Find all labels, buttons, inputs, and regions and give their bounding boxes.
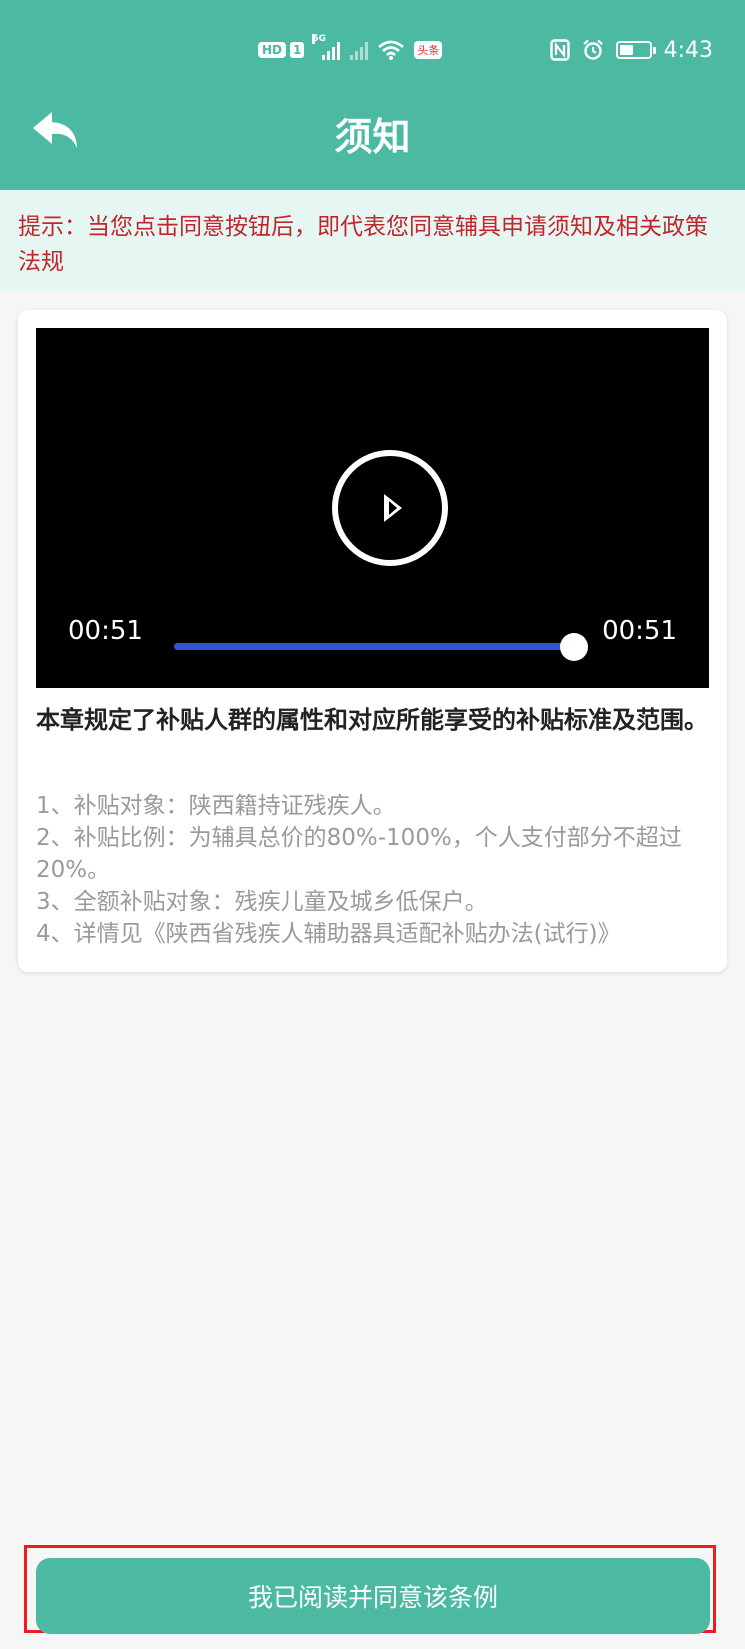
video-progress-thumb[interactable] xyxy=(560,633,588,661)
signal-5g-icon: 5G xyxy=(312,34,341,60)
status-bar: HD 1 5G 头条 4:43 xyxy=(0,28,745,72)
page-title: 须知 xyxy=(334,115,411,159)
content-heading: 本章规定了补贴人群的属性和对应所能享受的补贴标准及范围。 xyxy=(36,706,708,734)
agree-button[interactable]: 我已阅读并同意该条例 xyxy=(36,1558,710,1634)
alarm-icon xyxy=(582,39,603,60)
status-bar-center: HD 1 5G 头条 xyxy=(258,34,443,66)
list-item: 3、全额补贴对象：残疾儿童及城乡低保户。 xyxy=(36,889,488,915)
play-icon[interactable] xyxy=(332,450,448,566)
content-card: 00:51 00:51 本章规定了补贴人群的属性和对应所能享受的补贴标准及范围。… xyxy=(18,310,727,972)
battery-icon xyxy=(615,41,656,59)
wifi-icon xyxy=(378,40,405,60)
video-player[interactable]: 00:51 00:51 xyxy=(36,328,709,688)
network-type-label: 5G xyxy=(312,34,327,44)
video-current-time: 00:51 xyxy=(68,616,143,646)
content-items: 1、补贴对象：陕西籍持证残疾人。 2、补贴比例：为辅具总价的80%-100%，个… xyxy=(36,790,709,950)
top-bar: HD 1 5G 头条 4:43 须知 xyxy=(0,0,745,190)
news-app-badge: 头条 xyxy=(414,41,443,59)
hd-badge: HD xyxy=(258,42,287,58)
signal-no-service-icon xyxy=(350,40,369,60)
status-bar-right: 4:43 xyxy=(549,34,713,66)
nfc-icon xyxy=(549,39,570,61)
status-time: 4:43 xyxy=(663,37,713,63)
video-duration: 00:51 xyxy=(602,616,677,646)
notice-banner: 提示：当您点击同意按钮后，即代表您同意辅具申请须知及相关政策法规 xyxy=(0,190,745,292)
list-item: 1、补贴对象：陕西籍持证残疾人。 xyxy=(36,793,396,819)
video-progress-bar[interactable] xyxy=(174,643,574,650)
list-item: 2、补贴比例：为辅具总价的80%-100%，个人支付部分不超过20%。 xyxy=(36,825,682,883)
list-item: 4、详情见《陕西省残疾人辅助器具适配补贴办法(试行)》 xyxy=(36,921,621,947)
sim-badge: 1 xyxy=(290,42,305,58)
